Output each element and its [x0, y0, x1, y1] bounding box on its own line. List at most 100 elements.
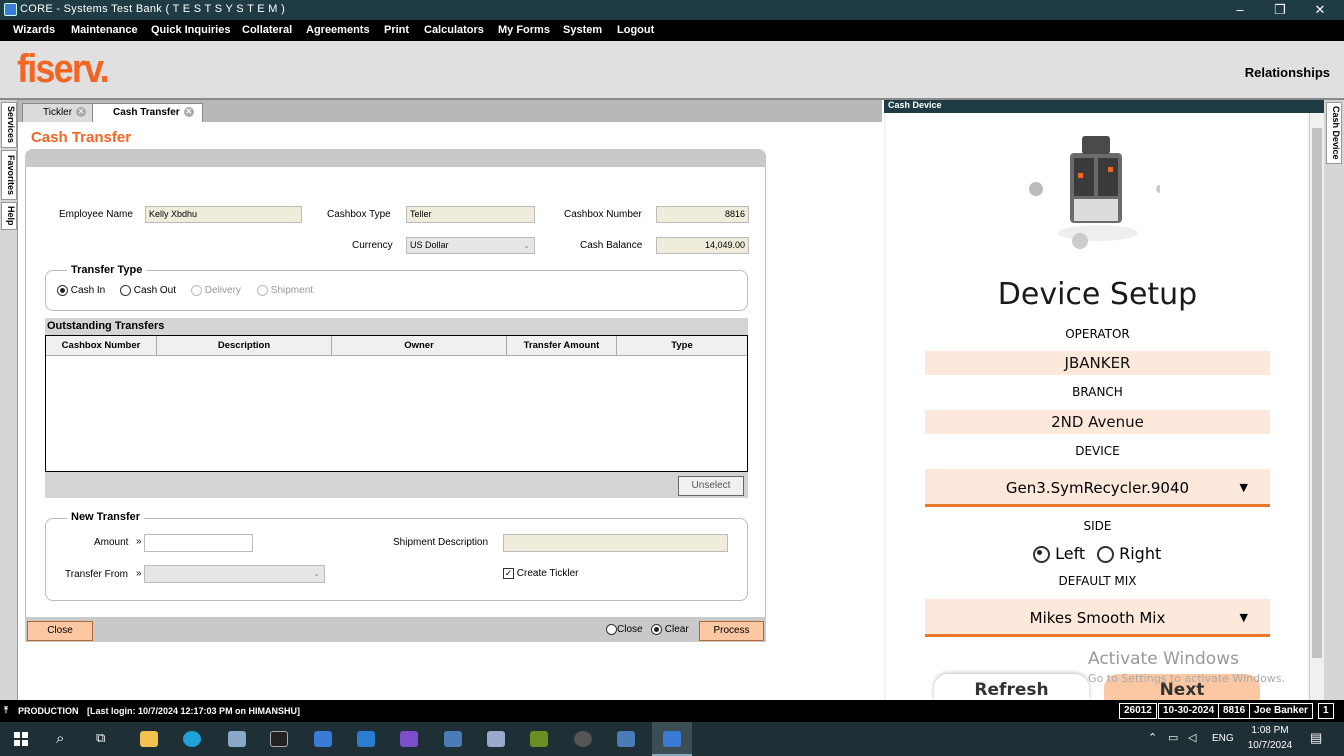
radio-cash-out[interactable]: Cash Out: [120, 285, 176, 296]
cashbox-type-label: Cashbox Type: [327, 209, 391, 220]
create-tickler-checkbox[interactable]: ✓ Create Tickler: [503, 568, 578, 579]
amount-input[interactable]: [144, 534, 253, 552]
status-box: 8816: [1218, 703, 1251, 719]
app-window-icon[interactable]: [444, 731, 462, 747]
maximize-button[interactable]: ❐: [1260, 0, 1300, 20]
eclipse-icon[interactable]: [574, 731, 592, 747]
production-icon: ⤒: [4, 705, 8, 715]
outstanding-transfers-table[interactable]: Cashbox Number Description Owner Transfe…: [45, 335, 748, 472]
radio-icon: [1033, 546, 1050, 563]
outstanding-transfers-title: Outstanding Transfers: [45, 318, 748, 335]
chevron-down-icon: ⌄: [523, 241, 530, 250]
minimize-button[interactable]: –: [1220, 0, 1260, 20]
default-mix-select[interactable]: Mikes Smooth Mix ▼: [925, 599, 1270, 637]
clock-date[interactable]: 10/7/2024: [1244, 740, 1296, 751]
tab-tickler-label: Tickler: [43, 107, 73, 118]
menu-print[interactable]: Print: [384, 24, 409, 36]
close-window-button[interactable]: ✕: [1300, 0, 1340, 20]
vscode-icon[interactable]: [357, 731, 375, 747]
menu-system[interactable]: System: [563, 24, 602, 36]
amount-marker: »: [136, 536, 142, 547]
menu-agreements[interactable]: Agreements: [306, 24, 370, 36]
activate-windows-watermark: Activate Windows: [1088, 649, 1239, 669]
menu-maintenance[interactable]: Maintenance: [71, 24, 138, 36]
app-window-icon[interactable]: [617, 731, 635, 747]
core-app-active-icon[interactable]: [652, 722, 692, 756]
currency-select[interactable]: US Dollar ⌄: [406, 237, 535, 254]
tray-chevron-icon[interactable]: ⌃: [1148, 731, 1157, 744]
caret-down-icon: ▼: [1239, 611, 1248, 624]
notepad-icon[interactable]: [530, 731, 548, 747]
clock-time[interactable]: 1:08 PM: [1250, 725, 1290, 736]
edge-icon[interactable]: [183, 731, 201, 747]
amount-label: Amount: [94, 537, 129, 548]
core-app-icon[interactable]: [314, 731, 332, 747]
device-select[interactable]: Gen3.SymRecycler.9040 ▼: [925, 469, 1270, 507]
radio-close[interactable]: Close: [606, 624, 643, 635]
scrollbar[interactable]: [1309, 113, 1324, 700]
volume-icon[interactable]: ◁: [1188, 731, 1196, 744]
tab-cash-transfer[interactable]: Cash Transfer ✕: [92, 103, 203, 122]
menu-bar: Wizards Maintenance Quick Inquiries Coll…: [0, 20, 1344, 41]
status-box: 10-30-2024: [1158, 703, 1220, 719]
search-icon[interactable]: ⌕: [56, 730, 64, 747]
device-value: Gen3.SymRecycler.9040: [1005, 479, 1190, 497]
radio-icon: [606, 624, 617, 635]
side-tab-services[interactable]: Services: [1, 102, 17, 148]
radio-delivery-label: Delivery: [204, 285, 241, 297]
radio-clear[interactable]: Clear: [651, 624, 689, 635]
transfer-from-select[interactable]: ⌄: [144, 565, 325, 583]
refresh-button[interactable]: Refresh: [934, 674, 1089, 700]
side-tab-cash-device[interactable]: Cash Device: [1326, 102, 1342, 164]
visual-studio-icon[interactable]: [400, 731, 418, 747]
notification-icon[interactable]: ▤: [1310, 730, 1322, 746]
scrollbar-thumb[interactable]: [1312, 128, 1322, 658]
side-tab-help[interactable]: Help: [1, 202, 17, 230]
tab-tickler[interactable]: Tickler ✕: [22, 103, 96, 122]
menu-wizards[interactable]: Wizards: [13, 24, 55, 36]
menu-logout[interactable]: Logout: [617, 24, 654, 36]
file-explorer-icon[interactable]: [140, 731, 158, 747]
operator-field: JBANKER: [925, 351, 1270, 375]
app-header: [0, 41, 1344, 100]
last-login-text: [Last login: 10/7/2024 12:17:03 PM on HI…: [87, 706, 301, 716]
column-header[interactable]: Transfer Amount: [507, 336, 617, 356]
shipment-description-input[interactable]: [503, 534, 728, 552]
menu-collateral[interactable]: Collateral: [242, 24, 292, 36]
column-header[interactable]: Owner: [332, 336, 507, 356]
cashbox-type-field: Teller: [406, 206, 535, 223]
radio-close-label: Close: [617, 624, 643, 636]
column-header[interactable]: Type: [617, 336, 747, 356]
shipment-description-label: Shipment Description: [393, 537, 489, 548]
app-icon[interactable]: [487, 731, 505, 747]
caret-down-icon: ▼: [1239, 481, 1248, 494]
terminal-icon[interactable]: [270, 731, 288, 747]
start-icon[interactable]: [14, 732, 28, 746]
app-icon[interactable]: [228, 731, 246, 747]
menu-my-forms[interactable]: My Forms: [498, 24, 550, 36]
task-view-icon[interactable]: ⧉: [96, 730, 105, 746]
close-button[interactable]: Close: [27, 621, 93, 641]
close-tab-icon[interactable]: ✕: [183, 107, 194, 117]
radio-cash-in[interactable]: Cash In: [57, 285, 105, 296]
radio-side-right[interactable]: Right: [1097, 544, 1161, 563]
table-action-bar: [45, 472, 748, 498]
radio-shipment[interactable]: Shipment: [257, 285, 313, 296]
language-indicator[interactable]: ENG: [1212, 733, 1234, 744]
network-icon[interactable]: ▭: [1168, 731, 1178, 744]
close-tab-icon[interactable]: ✕: [76, 107, 87, 117]
side-tab-favorites[interactable]: Favorites: [1, 150, 17, 200]
unselect-button[interactable]: Unselect: [678, 476, 744, 496]
menu-calculators[interactable]: Calculators: [424, 24, 484, 36]
relationships-link[interactable]: Relationships: [1245, 65, 1330, 80]
branch-label: BRANCH: [1072, 385, 1123, 399]
radio-delivery[interactable]: Delivery: [191, 285, 241, 296]
radio-side-left[interactable]: Left: [1033, 544, 1085, 563]
menu-quick-inquiries[interactable]: Quick Inquiries: [151, 24, 230, 36]
operator-label: OPERATOR: [1065, 327, 1130, 341]
process-button[interactable]: Process: [699, 621, 764, 641]
column-header[interactable]: Description: [157, 336, 332, 356]
cash-balance-field: 14,049.00: [656, 237, 749, 254]
checkbox-checked-icon: ✓: [503, 568, 514, 579]
column-header[interactable]: Cashbox Number: [46, 336, 157, 356]
